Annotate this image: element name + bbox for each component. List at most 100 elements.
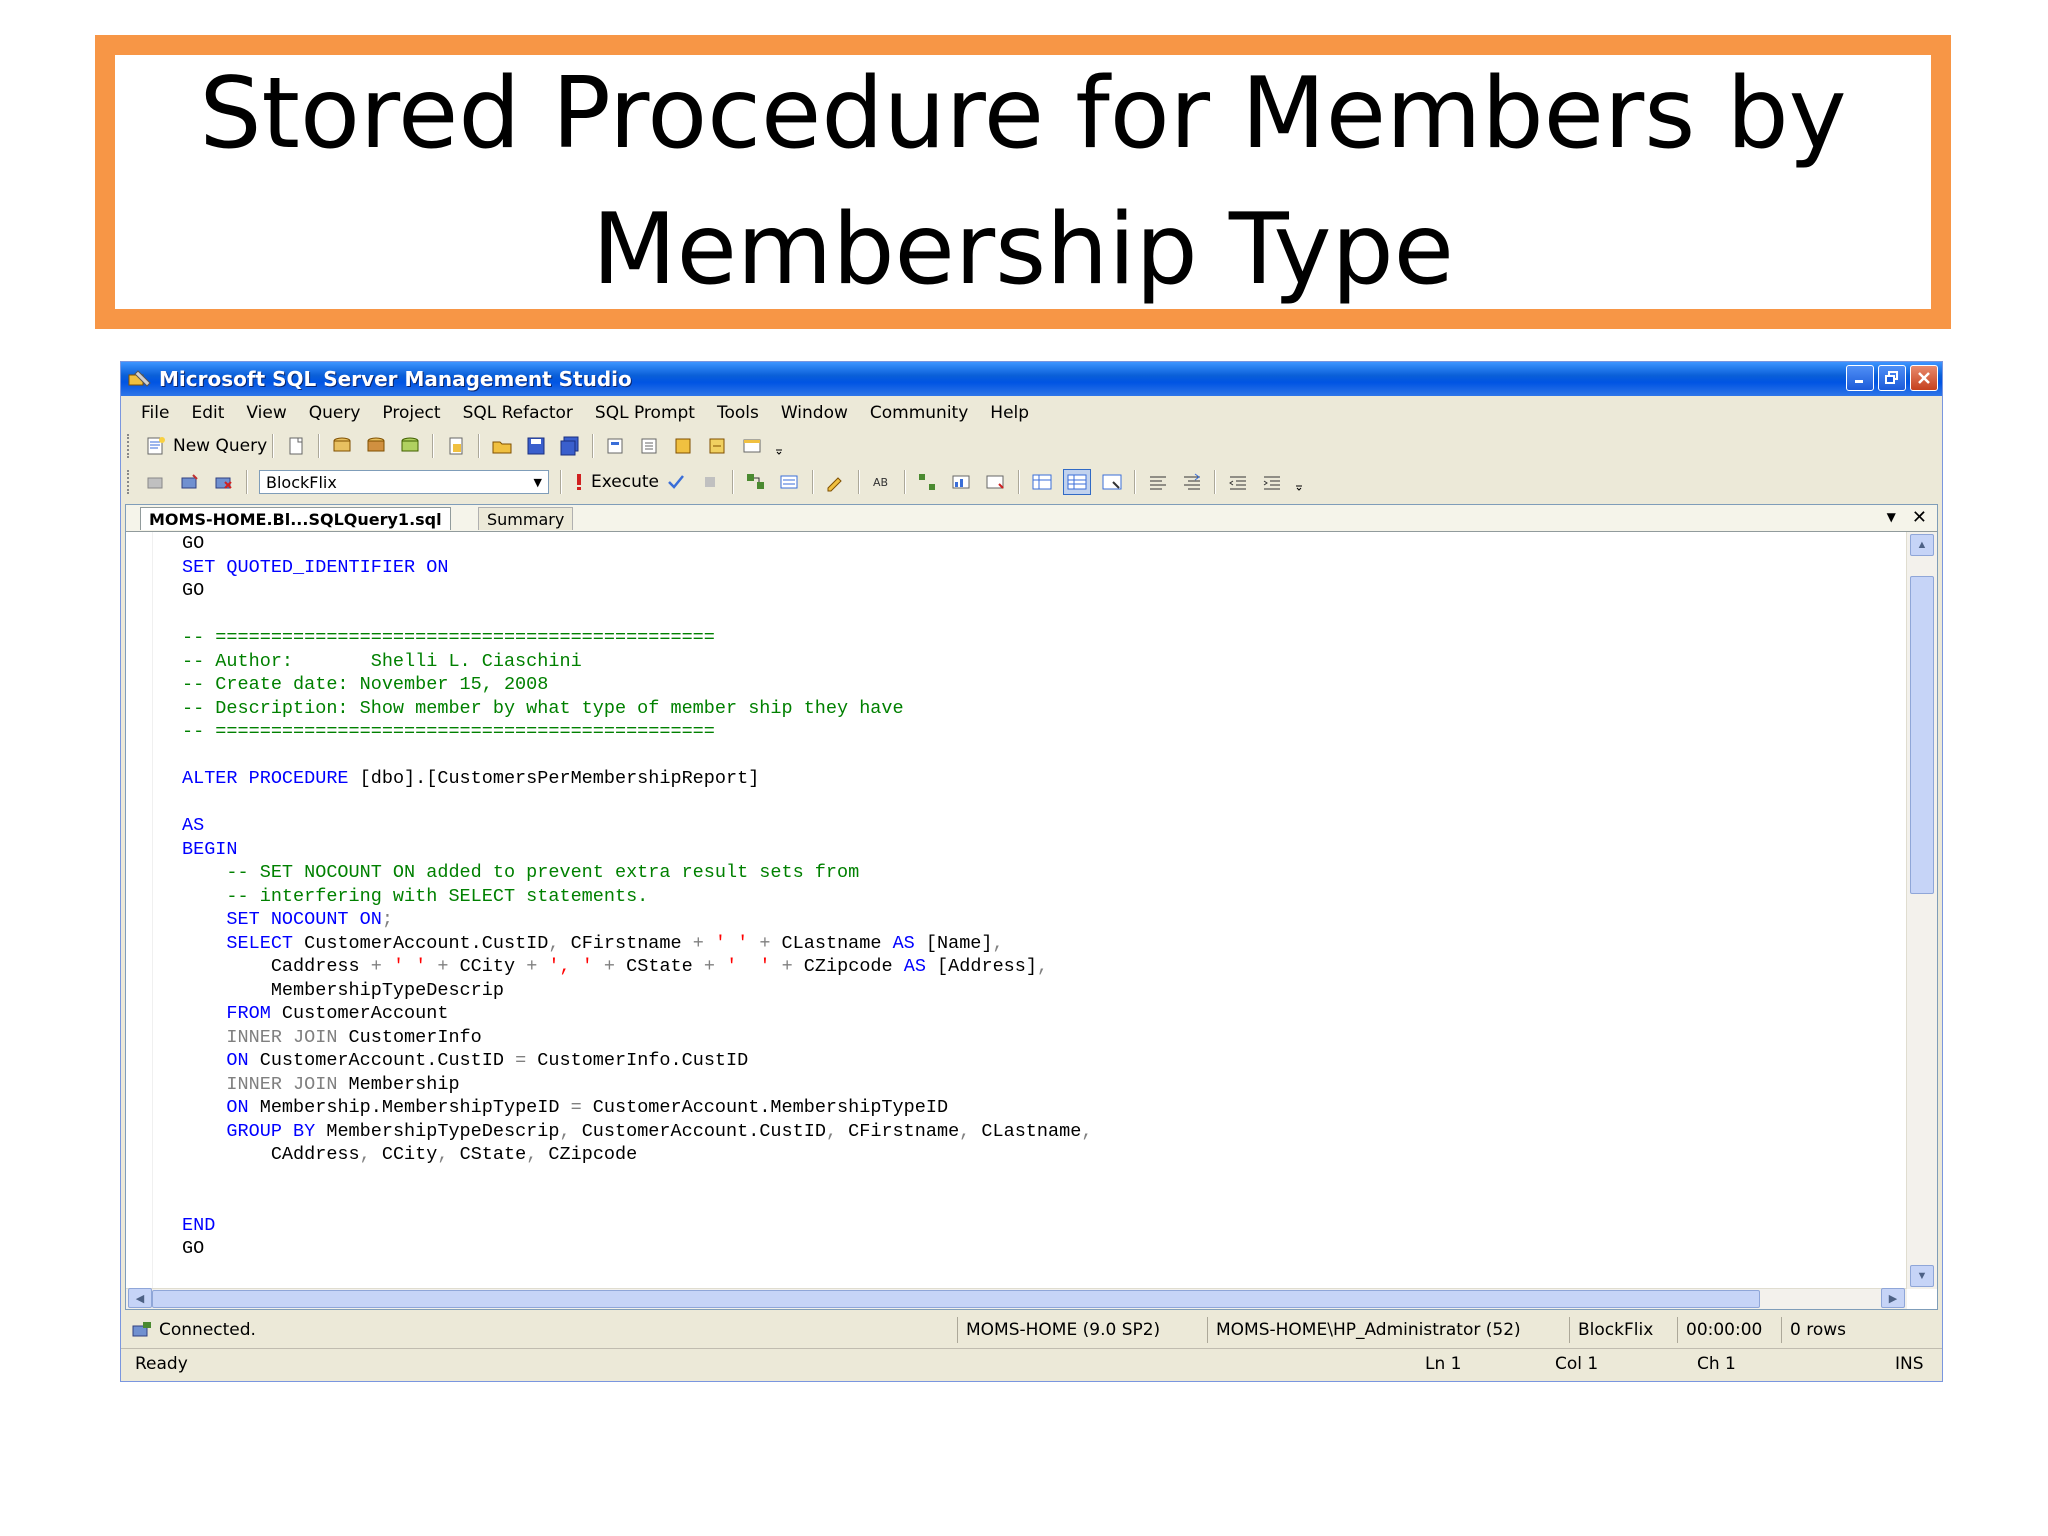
code-token: GO [182,1238,205,1259]
toolbar-grip[interactable] [127,470,133,494]
toolbar-options-icon[interactable] [773,434,785,458]
increase-indent-icon[interactable] [1259,470,1285,494]
toolbar-grip[interactable] [127,434,133,458]
ssms-window: Microsoft SQL Server Management Studio F… [120,361,1943,1382]
code-token: CFirstname [837,1120,960,1142]
code-line: -- =====================================… [182,626,1897,650]
code-token: , [526,1144,538,1165]
line-number: Ln 1 [1425,1354,1462,1374]
include-actual-plan-icon[interactable] [915,470,941,494]
code-token: [dbo].[CustomersPerMembershipReport] [348,768,760,789]
properties-window-icon[interactable] [739,434,765,458]
comment-lines-icon[interactable] [1145,470,1171,494]
cancel-query-icon[interactable] [697,470,723,494]
scroll-up-icon[interactable]: ▲ [1910,534,1934,556]
new-query-button[interactable]: New Query [139,434,267,458]
tab-sqlquery1-label: MOMS-HOME.Bl...SQLQuery1.sql [149,509,442,529]
ssms-app-icon [127,368,153,390]
minimize-icon[interactable] [1846,365,1874,391]
tab-sqlquery1[interactable]: MOMS-HOME.Bl...SQLQuery1.sql [140,507,451,530]
code-token: , [437,1144,449,1165]
sql-code-editor[interactable]: GO SET QUOTED_IDENTIFIER ON GO -- =========… [182,532,1897,1281]
sql-editor-toolbar: BlockFlix ▼ Execute AB [125,466,1938,498]
code-token: , [548,932,560,954]
restore-icon[interactable] [1878,365,1906,391]
object-explorer-icon[interactable] [637,434,663,458]
menu-sql-prompt[interactable]: SQL Prompt [595,403,695,423]
registered-servers-icon[interactable] [603,434,629,458]
scroll-left-icon[interactable]: ◀ [128,1288,152,1308]
results-to-grid-icon[interactable] [1029,470,1055,494]
close-document-icon[interactable]: ✕ [1912,507,1927,528]
available-databases-select[interactable]: BlockFlix ▼ [259,470,549,494]
open-template-icon[interactable] [443,434,469,458]
query-designer-icon[interactable] [777,470,803,494]
xmla-query-icon[interactable] [397,434,423,458]
uncomment-lines-icon[interactable] [1179,470,1205,494]
execute-label: Execute [591,472,659,492]
open-folder-icon[interactable] [489,434,515,458]
menu-query[interactable]: Query [309,403,361,423]
toolbar-options-icon[interactable] [1293,470,1305,494]
vertical-scroll-thumb[interactable] [1910,576,1934,894]
window-title: Microsoft SQL Server Management Studio [159,367,632,391]
menu-file[interactable]: File [141,403,169,423]
menu-community[interactable]: Community [870,403,968,423]
analysis-query-icon[interactable] [363,434,389,458]
specify-template-values-icon[interactable] [823,470,849,494]
intellisense-icon[interactable]: AB [869,470,895,494]
scroll-down-icon[interactable]: ▼ [1910,1265,1934,1287]
code-line: ALTER PROCEDURE [dbo].[CustomersPerMembe… [182,767,1897,791]
menu-help[interactable]: Help [990,403,1029,423]
connect-icon[interactable] [143,470,169,494]
code-line: INNER JOIN Membership [182,1073,1897,1097]
execute-icon [571,470,587,494]
menu-view[interactable]: View [246,403,286,423]
horizontal-scroll-thumb[interactable] [152,1290,1760,1308]
code-token: ON [182,1097,249,1118]
menu-tools[interactable]: Tools [717,403,759,423]
client-statistics-icon[interactable] [949,470,975,494]
disconnect-icon[interactable] [211,470,237,494]
results-to-file-icon[interactable] [1062,469,1091,495]
show-results-pane-icon[interactable] [1099,470,1125,494]
vertical-scrollbar[interactable]: ▲ ▼ [1906,532,1937,1289]
change-connection-icon[interactable] [177,470,203,494]
code-token: + [603,956,616,977]
save-all-icon[interactable] [557,434,583,458]
code-token: CAddress [182,1144,360,1165]
horizontal-scrollbar[interactable]: ◀ ▶ [126,1288,1907,1309]
code-token: = [515,1050,527,1071]
slide-title-line2: Membership Type [592,193,1454,307]
tab-list-dropdown-icon[interactable]: ▼ [1887,510,1896,528]
parse-checkmark-icon[interactable] [663,470,689,494]
database-engine-query-icon[interactable] [329,434,355,458]
editor-gutter [126,532,153,1289]
scroll-right-icon[interactable]: ▶ [1881,1288,1905,1308]
display-estimated-plan-icon[interactable] [743,470,769,494]
new-file-icon[interactable] [283,434,309,458]
solution-explorer-icon[interactable] [705,434,731,458]
results-to-text-icon[interactable] [983,470,1009,494]
code-token: CustomerAccount.CustID [248,1050,516,1071]
close-icon[interactable] [1910,365,1938,391]
save-icon[interactable] [523,434,549,458]
code-token: CustomerAccount [270,1003,449,1024]
code-token: ON [182,1050,249,1071]
menu-sql-refactor[interactable]: SQL Refactor [463,403,573,423]
column-number: Col 1 [1555,1354,1599,1374]
menu-edit[interactable]: Edit [191,403,224,423]
menu-project[interactable]: Project [382,403,440,423]
window-titlebar[interactable]: Microsoft SQL Server Management Studio [121,362,1942,396]
execute-button[interactable]: Execute [567,470,659,494]
menu-window[interactable]: Window [781,403,848,423]
code-token: ' ' [714,956,782,977]
tab-summary[interactable]: Summary [478,507,574,530]
code-line: -- SET NOCOUNT ON added to prevent extra… [182,861,1897,885]
code-token: GO [182,533,205,554]
code-token: CustomerAccount.CustID [570,1120,826,1142]
decrease-indent-icon[interactable] [1225,470,1251,494]
template-explorer-icon[interactable] [671,434,697,458]
